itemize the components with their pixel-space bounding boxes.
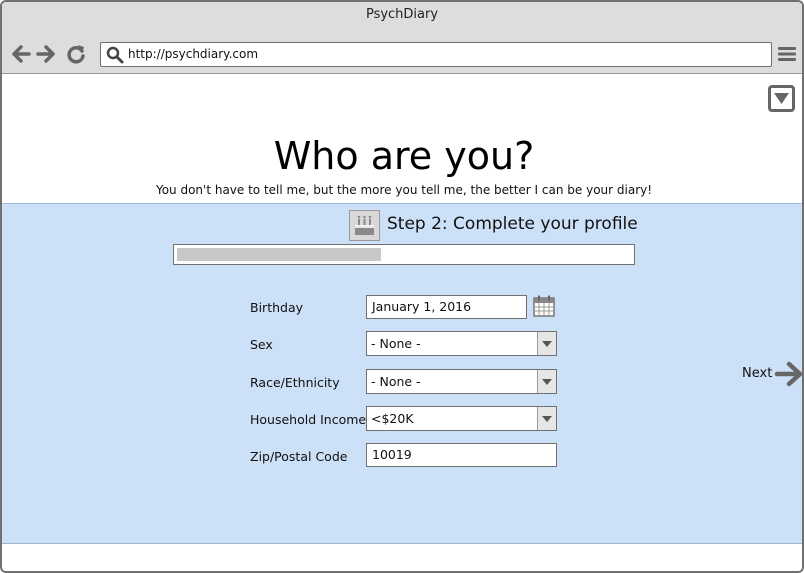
page-content: Who are you? You don't have to tell me, … [2, 75, 802, 571]
profile-progress-bar [173, 244, 635, 265]
url-text: http://psychdiary.com [128, 47, 259, 61]
calendar-icon[interactable] [533, 295, 555, 317]
income-select[interactable]: <$20K [366, 406, 557, 431]
arrow-right-icon[interactable] [774, 359, 804, 389]
profile-panel: Step 2: Complete your profile Birthday J… [2, 203, 802, 544]
chevron-down-icon [537, 370, 556, 393]
dropdown-toggle-icon [774, 93, 789, 104]
browser-toolbar: http://psychdiary.com [2, 34, 802, 74]
zip-input[interactable]: 10019 [366, 443, 557, 467]
birthday-label: Birthday [250, 300, 304, 315]
chevron-down-icon [537, 407, 556, 430]
race-select-value: - None - [371, 374, 421, 389]
sex-label: Sex [250, 337, 273, 352]
hamburger-menu-icon[interactable] [777, 45, 797, 63]
race-select[interactable]: - None - [366, 369, 557, 394]
page-subtitle: You don't have to tell me, but the more … [155, 183, 653, 197]
back-icon[interactable] [10, 43, 32, 65]
page-title: Who are you? [273, 134, 535, 178]
cake-icon [355, 215, 374, 235]
address-bar[interactable]: http://psychdiary.com [100, 42, 772, 67]
progress-fill [177, 248, 381, 261]
race-label: Race/Ethnicity [250, 375, 340, 390]
chevron-down-icon [537, 332, 556, 355]
birthday-input[interactable]: January 1, 2016 [366, 295, 527, 319]
step-title: Step 2: Complete your profile [387, 214, 638, 234]
zip-label: Zip/Postal Code [250, 449, 348, 464]
dropdown-toggle-button[interactable] [768, 85, 795, 112]
window-title: PsychDiary [2, 2, 802, 34]
reload-icon[interactable] [65, 43, 87, 65]
step-icon-box [349, 210, 380, 241]
sex-select-value: - None - [371, 336, 421, 351]
sex-select[interactable]: - None - [366, 331, 557, 356]
browser-window: PsychDiary http://psychdiary.com Who are… [0, 0, 804, 573]
search-icon [106, 46, 124, 64]
forward-icon[interactable] [35, 43, 57, 65]
next-label[interactable]: Next [742, 366, 772, 381]
income-select-value: <$20K [371, 411, 414, 426]
income-label: Household Income [250, 412, 367, 427]
